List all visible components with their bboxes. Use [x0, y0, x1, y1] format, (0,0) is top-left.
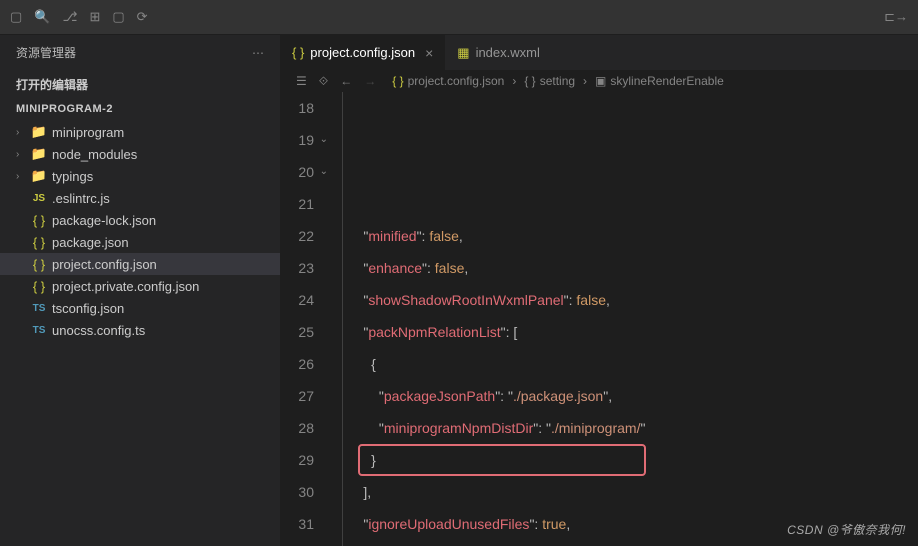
- line-number: 22: [280, 220, 314, 252]
- tab-project-config-json[interactable]: { }project.config.json×: [280, 35, 445, 70]
- tree-item-tsconfig-json[interactable]: TStsconfig.json: [0, 297, 280, 319]
- line-number: 26: [280, 348, 314, 380]
- code-line[interactable]: "compileHotReLoad": false,: [340, 540, 918, 546]
- line-number: 27: [280, 380, 314, 412]
- extensions-icon[interactable]: ⊞: [89, 9, 100, 25]
- line-number: 21: [280, 188, 314, 220]
- tab-index-wxml[interactable]: ▦index.wxml: [445, 35, 552, 70]
- fold-icon[interactable]: ⌄: [320, 156, 328, 188]
- fold-icon[interactable]: ⌄: [320, 124, 328, 156]
- new-file-icon[interactable]: ▢: [10, 9, 22, 25]
- panel-toggle-icon[interactable]: ⊏→: [884, 9, 908, 24]
- forward-icon[interactable]: →: [364, 74, 376, 89]
- tree-item-typings[interactable]: ›📁typings: [0, 165, 280, 187]
- tree-item--eslintrc-js[interactable]: JS.eslintrc.js: [0, 187, 280, 209]
- tree-item-project-private-config-json[interactable]: { }project.private.config.json: [0, 275, 280, 297]
- sidebar: 资源管理器 ⋯ 打开的编辑器 MINIPROGRAM-2 ›📁miniprogr…: [0, 35, 280, 546]
- open-editors-section[interactable]: 打开的编辑器: [0, 70, 280, 99]
- tab-bar: { }project.config.json×▦index.wxml: [280, 35, 918, 70]
- line-number: 25: [280, 316, 314, 348]
- line-number: 30: [280, 476, 314, 508]
- tree-item-project-config-json[interactable]: { }project.config.json: [0, 253, 280, 275]
- tree-item-package-lock-json[interactable]: { }package-lock.json: [0, 209, 280, 231]
- code-line[interactable]: {: [340, 348, 918, 380]
- breadcrumb: ☰ ⟐ ← → { } project.config.json › { } se…: [280, 70, 918, 92]
- code-line[interactable]: "packageJsonPath": "./package.json",: [340, 380, 918, 412]
- code-line[interactable]: "showShadowRootInWxmlPanel": false,: [340, 284, 918, 316]
- line-number: 32: [280, 540, 314, 546]
- bookmark-icon[interactable]: ⟐: [319, 74, 328, 89]
- code-line[interactable]: "enhance": false,: [340, 252, 918, 284]
- code-line[interactable]: "minified": false,: [340, 220, 918, 252]
- project-title[interactable]: MINIPROGRAM-2: [0, 99, 280, 119]
- more-icon[interactable]: ⋯: [252, 46, 264, 60]
- code-line[interactable]: }: [340, 444, 918, 476]
- tree-item-unocss-config-ts[interactable]: TSunocss.config.ts: [0, 319, 280, 341]
- debug-icon[interactable]: ▢: [112, 9, 124, 25]
- explorer-title: 资源管理器: [16, 44, 76, 61]
- line-number: 19: [280, 124, 314, 156]
- code-editor[interactable]: ⌄ ⌄ 18192021222324252627282930313233 "mi…: [280, 92, 918, 546]
- tree-item-node_modules[interactable]: ›📁node_modules: [0, 143, 280, 165]
- breadcrumb-key[interactable]: skylineRenderEnable: [610, 74, 723, 88]
- watermark: CSDN @爷傲奈我何!: [787, 521, 906, 538]
- close-icon[interactable]: ×: [425, 45, 433, 61]
- search-icon[interactable]: 🔍: [34, 9, 50, 25]
- branch-icon[interactable]: ⎇: [62, 9, 77, 25]
- line-number: 20: [280, 156, 314, 188]
- list-icon[interactable]: ☰: [296, 74, 307, 89]
- back-icon[interactable]: ←: [340, 74, 352, 89]
- tree-item-package-json[interactable]: { }package.json: [0, 231, 280, 253]
- code-line[interactable]: ],: [340, 476, 918, 508]
- code-line[interactable]: "miniprogramNpmDistDir": "./miniprogram/…: [340, 412, 918, 444]
- tree-item-miniprogram[interactable]: ›📁miniprogram: [0, 121, 280, 143]
- breadcrumb-file[interactable]: project.config.json: [408, 74, 505, 88]
- line-number: 23: [280, 252, 314, 284]
- line-number: 28: [280, 412, 314, 444]
- line-number: 18: [280, 92, 314, 124]
- line-number: 24: [280, 284, 314, 316]
- code-line[interactable]: "packNpmRelationList": [: [340, 316, 918, 348]
- breadcrumb-setting[interactable]: setting: [540, 74, 575, 88]
- line-number: 31: [280, 508, 314, 540]
- line-number: 29: [280, 444, 314, 476]
- git-icon[interactable]: ⟳: [137, 9, 148, 25]
